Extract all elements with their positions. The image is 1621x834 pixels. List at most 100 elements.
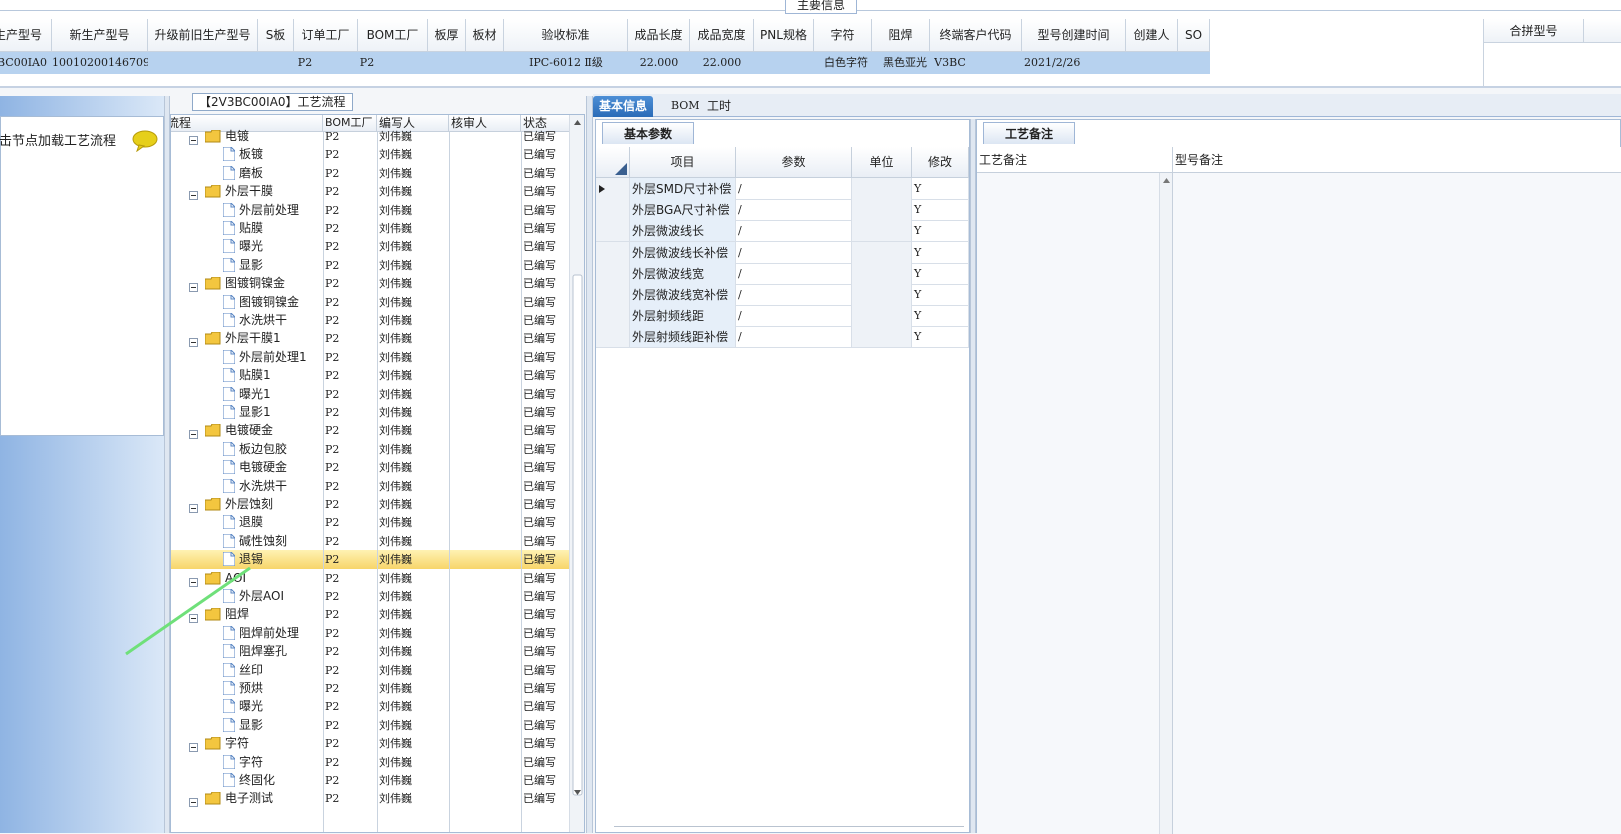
col-modify[interactable]: 修改: [912, 147, 969, 178]
grid-selected-row[interactable]: BC00IA0 10010200146709 P2 P2 IPC-6012 Ⅱ级…: [0, 52, 1210, 74]
tab-bom[interactable]: BOM: [665, 96, 706, 117]
col-header-merge-model[interactable]: 合拼型号: [1484, 19, 1584, 43]
col-item[interactable]: 项目: [630, 147, 736, 178]
param-row[interactable]: 外层射频线距 / Y: [596, 305, 969, 328]
tab-work-hours[interactable]: 工时: [701, 96, 737, 117]
process-flow-tree[interactable]: 流程 BOM工厂 编写人 核审人 状态 电镀P2刘伟巍已编写板镀P2刘伟巍已编写…: [170, 114, 585, 833]
tree-node-group[interactable]: 外层干膜1 P2 刘伟巍 已编写: [171, 329, 571, 348]
speech-bubble-icon[interactable]: [132, 130, 158, 155]
tree-node-step[interactable]: 字符 P2 刘伟巍 已编写: [171, 753, 571, 772]
tree-node-group[interactable]: 外层蚀刻 P2 刘伟巍 已编写: [171, 495, 571, 514]
param-row[interactable]: 外层微波线长 / Y: [596, 220, 969, 243]
process-remark-area[interactable]: 工艺备注: [977, 147, 1173, 834]
tree-node-step[interactable]: 预烘 P2 刘伟巍 已编写: [171, 679, 571, 698]
param-value[interactable]: /: [736, 284, 852, 306]
col-header-new-model[interactable]: 新生产型号: [52, 19, 148, 52]
tree-node-step[interactable]: 显影 P2 刘伟巍 已编写: [171, 716, 571, 735]
tree-node-step[interactable]: 曝光 P2 刘伟巍 已编写: [171, 237, 571, 256]
param-item[interactable]: 外层微波线长补偿: [630, 241, 736, 264]
col-header-created-time[interactable]: 型号创建时间: [1022, 19, 1126, 52]
param-value[interactable]: /: [736, 326, 852, 349]
param-unit[interactable]: [852, 241, 912, 264]
param-row[interactable]: 外层SMD尺寸补偿 / Y: [596, 178, 969, 200]
tree-node-group[interactable]: 电镀 P2 刘伟巍 已编写: [171, 127, 571, 146]
param-modify[interactable]: Y: [912, 262, 969, 285]
col-header-old-model[interactable]: 升级前旧生产型号: [148, 19, 258, 52]
tree-node-step[interactable]: 丝印 P2 刘伟巍 已编写: [171, 661, 571, 680]
param-value[interactable]: /: [736, 220, 852, 243]
tree-node-group[interactable]: 外层干膜 P2 刘伟巍 已编写: [171, 182, 571, 201]
param-modify[interactable]: Y: [912, 326, 969, 349]
col-header-length[interactable]: 成品长度: [628, 19, 690, 52]
col-header-width[interactable]: 成品宽度: [690, 19, 754, 52]
tree-node-step[interactable]: 水洗烘干 P2 刘伟巍 已编写: [171, 311, 571, 330]
param-item[interactable]: 外层射频线距补偿: [630, 326, 736, 349]
param-row[interactable]: 外层BGA尺寸补偿 / Y: [596, 199, 969, 222]
param-modify[interactable]: Y: [912, 241, 969, 264]
param-unit[interactable]: [852, 220, 912, 243]
param-unit[interactable]: [852, 262, 912, 285]
param-modify[interactable]: Y: [912, 305, 969, 328]
param-value[interactable]: /: [736, 199, 852, 222]
param-row[interactable]: 外层微波线长补偿 / Y: [596, 241, 969, 264]
param-unit[interactable]: [852, 199, 912, 222]
param-unit[interactable]: [852, 305, 912, 328]
col-header-creator[interactable]: 创建人: [1126, 19, 1178, 52]
row-selector[interactable]: [596, 199, 630, 222]
param-item[interactable]: 外层BGA尺寸补偿: [630, 199, 736, 222]
param-item[interactable]: 外层微波线宽: [630, 262, 736, 285]
tree-node-group[interactable]: 电镀硬金 P2 刘伟巍 已编写: [171, 421, 571, 440]
col-header-char[interactable]: 字符: [814, 19, 872, 52]
tree-node-step[interactable]: 板镀 P2 刘伟巍 已编写: [171, 145, 571, 164]
col-header-customer-code[interactable]: 终端客户代码: [930, 19, 1022, 52]
tree-node-step[interactable]: 退膜 P2 刘伟巍 已编写: [171, 513, 571, 532]
tree-node-step[interactable]: 显影1 P2 刘伟巍 已编写: [171, 403, 571, 422]
tree-node-step[interactable]: 曝光1 P2 刘伟巍 已编写: [171, 385, 571, 404]
param-unit[interactable]: [852, 326, 912, 349]
remark-scrollbar[interactable]: [1159, 173, 1172, 834]
col-header-material[interactable]: 板材: [466, 19, 504, 52]
collapse-icon[interactable]: [189, 794, 198, 813]
param-item[interactable]: 外层微波线长: [630, 220, 736, 243]
row-selector[interactable]: [596, 178, 630, 200]
col-header-pnl[interactable]: PNL规格: [754, 19, 814, 52]
tree-scrollbar[interactable]: [569, 115, 584, 832]
tree-node-step[interactable]: 外层前处理1 P2 刘伟巍 已编写: [171, 348, 571, 367]
tree-node-step[interactable]: 曝光 P2 刘伟巍 已编写: [171, 697, 571, 716]
col-header-extra[interactable]: [1584, 19, 1621, 43]
param-item[interactable]: 外层射频线距: [630, 305, 736, 328]
tree-node-step[interactable]: 外层前处理 P2 刘伟巍 已编写: [171, 201, 571, 220]
tree-node-group[interactable]: 字符 P2 刘伟巍 已编写: [171, 734, 571, 753]
col-header-so[interactable]: SO: [1178, 19, 1210, 52]
tree-node-group[interactable]: 图镀铜镍金 P2 刘伟巍 已编写: [171, 274, 571, 293]
tree-node-step[interactable]: 贴膜1 P2 刘伟巍 已编写: [171, 366, 571, 385]
param-unit[interactable]: [852, 178, 912, 200]
row-selector[interactable]: [596, 241, 630, 264]
tree-node-step[interactable]: 终固化 P2 刘伟巍 已编写: [171, 771, 571, 790]
param-modify[interactable]: Y: [912, 284, 969, 306]
param-modify[interactable]: Y: [912, 178, 969, 200]
param-row[interactable]: 外层微波线宽补偿 / Y: [596, 284, 969, 306]
param-value[interactable]: /: [736, 262, 852, 285]
tree-node-step[interactable]: 贴膜 P2 刘伟巍 已编写: [171, 219, 571, 238]
col-header-thickness[interactable]: 板厚: [428, 19, 466, 52]
param-row[interactable]: 外层微波线宽 / Y: [596, 262, 969, 285]
tree-splitter[interactable]: [586, 96, 593, 833]
param-value[interactable]: /: [736, 178, 852, 200]
tree-node-step[interactable]: 电镀硬金 P2 刘伟巍 已编写: [171, 458, 571, 477]
node-list-box[interactable]: [0, 116, 164, 436]
main-info-tab[interactable]: 主要信息: [785, 0, 857, 14]
tree-node-step[interactable]: 磨板 P2 刘伟巍 已编写: [171, 164, 571, 183]
param-modify[interactable]: Y: [912, 199, 969, 222]
row-selector[interactable]: [596, 284, 630, 306]
tab-process-remarks[interactable]: 工艺备注: [983, 122, 1075, 144]
param-item[interactable]: 外层微波线宽补偿: [630, 284, 736, 306]
param-row[interactable]: 外层射频线距补偿 / Y: [596, 326, 969, 349]
col-header-s-board[interactable]: S板: [258, 19, 294, 52]
col-header-acceptance[interactable]: 验收标准: [504, 19, 628, 52]
param-unit[interactable]: [852, 284, 912, 306]
col-unit[interactable]: 单位: [852, 147, 912, 178]
param-modify[interactable]: Y: [912, 220, 969, 243]
tab-basic-params[interactable]: 基本参数: [602, 122, 694, 144]
model-remark-area[interactable]: 型号备注: [1173, 147, 1621, 834]
